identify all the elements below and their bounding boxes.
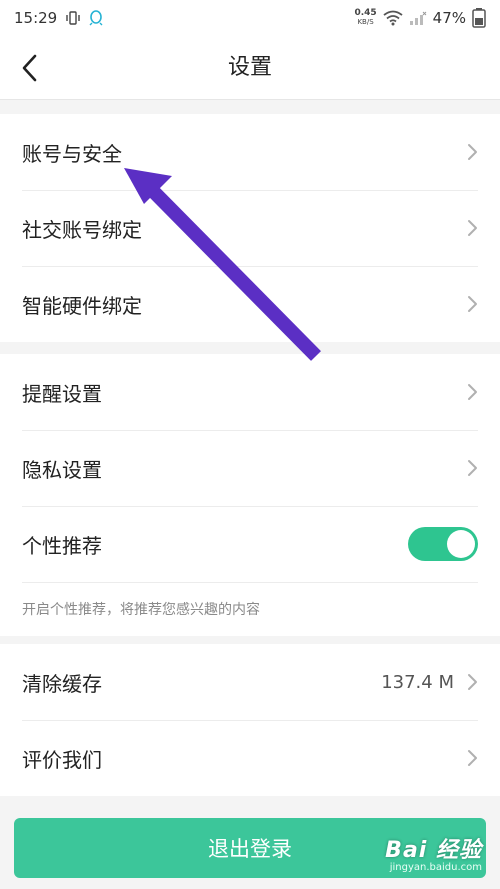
battery-icon [472,8,486,28]
chevron-right-icon [468,384,477,400]
settings-item-rate-us[interactable]: 评价我们 [0,720,500,796]
app-header: 设置 [0,36,500,100]
toggle-knob [447,530,475,558]
settings-item-label: 社交账号绑定 [22,217,142,242]
baidu-watermark: Bai 经验 jingyan.baidu.com [385,832,482,873]
settings-group-storage: 清除缓存 137.4 M 评价我们 [0,644,500,796]
watermark-url: jingyan.baidu.com [389,862,482,873]
settings-item-reminder[interactable]: 提醒设置 [0,354,500,430]
status-right: 0.45 KB/S 47% [354,8,486,28]
status-time: 15:29 [14,9,58,27]
settings-item-social-binding[interactable]: 社交账号绑定 [0,190,500,266]
personalized-toggle[interactable] [408,527,478,561]
net-speed: 0.45 KB/S [354,8,377,27]
page-title: 设置 [227,55,272,80]
settings-group-privacy: 提醒设置 隐私设置 个性推荐 开启个性推荐，将推荐您感兴趣的内容 [0,354,500,636]
settings-item-label: 智能硬件绑定 [22,293,142,318]
chevron-right-icon [468,220,477,236]
settings-item-account-security[interactable]: 账号与安全 [0,114,500,190]
chevron-right-icon [468,296,477,312]
watermark-brand: Bai 经验 [385,838,482,863]
chevron-right-icon [468,460,477,476]
chevron-right-icon [468,144,477,160]
settings-item-personalized: 个性推荐 [0,506,500,582]
battery-percent: 47% [432,9,466,27]
settings-item-privacy[interactable]: 隐私设置 [0,430,500,506]
signal-icon [409,11,427,25]
chevron-right-icon [468,750,477,766]
wifi-icon [383,10,403,26]
cache-size-value: 137.4 M [381,671,454,693]
settings-item-label: 提醒设置 [22,381,102,406]
chevron-right-icon [468,674,477,690]
settings-group-account: 账号与安全 社交账号绑定 智能硬件绑定 [0,114,500,342]
settings-item-label: 账号与安全 [22,141,122,166]
status-left: 15:29 [14,9,103,27]
settings-item-label: 清除缓存 [22,671,102,696]
qq-icon [89,10,103,26]
settings-item-label: 隐私设置 [22,457,102,482]
vibrate-icon [65,11,81,25]
settings-item-label: 评价我们 [22,747,102,772]
settings-item-hardware-binding[interactable]: 智能硬件绑定 [0,266,500,342]
settings-item-label: 个性推荐 [22,533,102,558]
status-bar: 15:29 0.45 KB/S 47% [0,0,500,36]
settings-item-clear-cache[interactable]: 清除缓存 137.4 M [0,644,500,720]
personalized-hint: 开启个性推荐，将推荐您感兴趣的内容 [0,582,500,636]
